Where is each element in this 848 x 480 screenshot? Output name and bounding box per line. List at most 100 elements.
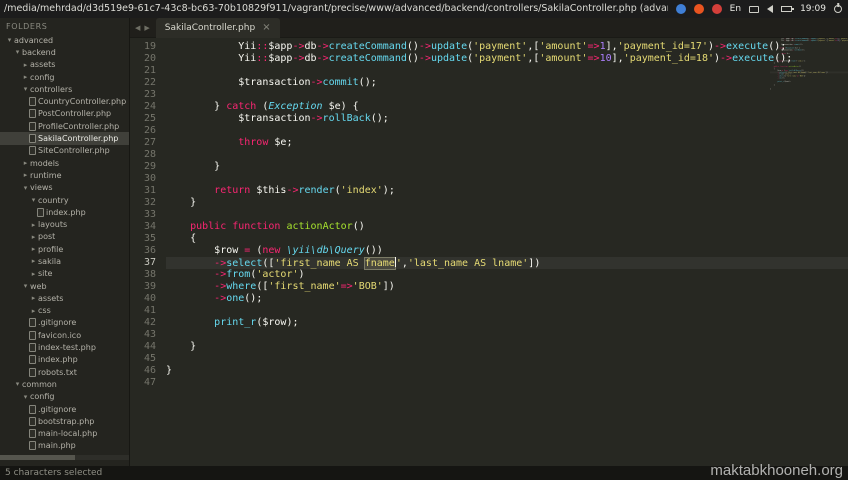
app-icon-orange[interactable] [693, 4, 704, 14]
sidebar-item-layouts[interactable]: ▸ layouts [0, 218, 129, 230]
sidebar-item-postcontroller-php[interactable]: PostController.php [0, 108, 129, 120]
sidebar-item-models[interactable]: ▸ models [0, 157, 129, 169]
folder-open-arrow-icon[interactable]: ▾ [21, 85, 30, 93]
sidebar-item-main-local-php[interactable]: main-local.php [0, 428, 129, 440]
sidebar-item-assets[interactable]: ▸ assets [0, 59, 129, 71]
code-line-21[interactable] [166, 65, 848, 77]
clock[interactable]: 19:09 [800, 0, 826, 18]
folder-closed-arrow-icon[interactable]: ▸ [29, 294, 38, 302]
sidebar-item-runtime[interactable]: ▸ runtime [0, 169, 129, 181]
sidebar-item-gitignore[interactable]: .gitignore [0, 317, 129, 329]
sidebar-item-robots-txt[interactable]: robots.txt [0, 366, 129, 378]
code-line-41[interactable] [166, 305, 848, 317]
code-line-45[interactable] [166, 353, 848, 365]
folder-closed-arrow-icon[interactable]: ▸ [21, 159, 30, 167]
code-line-39[interactable]: ->where(['first_name'=>'BOB']) [166, 281, 848, 293]
code-line-37[interactable]: ->select(['first_name AS fname','last_na… [166, 257, 848, 269]
tab-close-icon[interactable]: × [262, 22, 270, 33]
sidebar-item-web[interactable]: ▾ web [0, 280, 129, 292]
sidebar-item-assets[interactable]: ▸ assets [0, 292, 129, 304]
code-line-26[interactable] [166, 125, 848, 137]
code-line-22[interactable]: $transaction->commit(); [166, 77, 848, 89]
code-lines[interactable]: Yii::$app->db->createCommand()->update('… [156, 41, 848, 466]
sidebar-item-sitecontroller-php[interactable]: SiteController.php [0, 145, 129, 157]
sidebar-scrollbar-thumb[interactable] [0, 455, 75, 460]
sidebar-item-backend[interactable]: ▾ backend [0, 46, 129, 58]
tab-sakilacontroller-php[interactable]: SakilaController.php × [155, 18, 280, 38]
sidebar-item-post[interactable]: ▸ post [0, 231, 129, 243]
sidebar-item-advanced[interactable]: ▾ advanced [0, 34, 129, 46]
sidebar-item-country[interactable]: ▾ country [0, 194, 129, 206]
sidebar-item-config[interactable]: ▸ config [0, 71, 129, 83]
folder-closed-arrow-icon[interactable]: ▸ [29, 257, 38, 265]
sidebar-item-views[interactable]: ▾ views [0, 182, 129, 194]
sidebar-item-common[interactable]: ▾ common [0, 378, 129, 390]
code-line-28[interactable] [166, 149, 848, 161]
minimap[interactable]: Yii::$app->db->createCommand()->update('… [770, 38, 848, 466]
code-token: 'amount' [539, 53, 588, 64]
tab-scroll-right-icon[interactable]: ▶ [144, 24, 149, 32]
code-line-40[interactable]: ->one(); [166, 293, 848, 305]
code-line-31[interactable]: return $this->render('index'); [166, 185, 848, 197]
folder-open-arrow-icon[interactable]: ▾ [13, 48, 22, 56]
sidebar-item-index-php[interactable]: index.php [0, 354, 129, 366]
code-line-32[interactable]: } [166, 197, 848, 209]
sidebar-item-index-php[interactable]: index.php [0, 206, 129, 218]
app-icon-red[interactable] [711, 4, 722, 14]
folder-closed-arrow-icon[interactable]: ▸ [29, 233, 38, 241]
folder-closed-arrow-icon[interactable]: ▸ [21, 73, 30, 81]
folder-closed-arrow-icon[interactable]: ▸ [21, 171, 30, 179]
sidebar-item-sakilacontroller-php[interactable]: SakilaController.php [0, 132, 129, 145]
code-line-36[interactable]: $row = (new \yii\db\Query()) [166, 245, 848, 257]
code-line-33[interactable] [166, 209, 848, 221]
code-line-23[interactable] [166, 89, 848, 101]
volume-icon[interactable] [767, 5, 774, 13]
sidebar-item-site[interactable]: ▸ site [0, 268, 129, 280]
mail-icon[interactable] [749, 5, 760, 13]
folder-open-arrow-icon[interactable]: ▾ [21, 184, 30, 192]
folder-closed-arrow-icon[interactable]: ▸ [29, 307, 38, 315]
folder-open-arrow-icon[interactable]: ▾ [13, 380, 22, 388]
sidebar-item-sakila[interactable]: ▸ sakila [0, 255, 129, 267]
power-icon[interactable] [834, 5, 842, 13]
code-line-20[interactable]: Yii::$app->db->createCommand()->update('… [166, 53, 848, 65]
code-line-42[interactable]: print_r($row); [166, 317, 848, 329]
sidebar-scrollbar[interactable] [0, 455, 129, 460]
sidebar-item-main-php[interactable]: main.php [0, 440, 129, 452]
sidebar-item-gitignore[interactable]: .gitignore [0, 403, 129, 415]
code-line-29[interactable]: } [166, 161, 848, 173]
tab-scroll-left-icon[interactable]: ◀ [135, 24, 140, 32]
sidebar-item-config[interactable]: ▾ config [0, 391, 129, 403]
code-line-30[interactable] [166, 173, 848, 185]
folder-open-arrow-icon[interactable]: ▾ [5, 36, 14, 44]
code-line-35[interactable]: { [166, 233, 848, 245]
sidebar-item-bootstrap-php[interactable]: bootstrap.php [0, 415, 129, 427]
folder-open-arrow-icon[interactable]: ▾ [21, 282, 30, 290]
input-language-indicator[interactable]: En [730, 0, 741, 18]
sidebar-item-profile[interactable]: ▸ profile [0, 243, 129, 255]
sidebar-item-countrycontroller-php[interactable]: CountryController.php [0, 95, 129, 107]
code-line-47[interactable] [166, 377, 848, 389]
folder-closed-arrow-icon[interactable]: ▸ [29, 245, 38, 253]
code-line-25[interactable]: $transaction->rollBack(); [166, 113, 848, 125]
code-line-27[interactable]: throw $e; [166, 137, 848, 149]
code-line-19[interactable]: Yii::$app->db->createCommand()->update('… [166, 41, 848, 53]
code-line-34[interactable]: public function actionActor() [166, 221, 848, 233]
code-line-46[interactable]: } [166, 365, 848, 377]
code-line-44[interactable]: } [166, 341, 848, 353]
sidebar-item-controllers[interactable]: ▾ controllers [0, 83, 129, 95]
sidebar-item-favicon-ico[interactable]: favicon.ico [0, 329, 129, 341]
folder-open-arrow-icon[interactable]: ▾ [21, 393, 30, 401]
folder-closed-arrow-icon[interactable]: ▸ [29, 270, 38, 278]
sidebar-item-index-test-php[interactable]: index-test.php [0, 341, 129, 353]
folder-closed-arrow-icon[interactable]: ▸ [29, 221, 38, 229]
battery-icon[interactable] [781, 6, 795, 12]
code-line-24[interactable]: } catch (Exception $e) { [166, 101, 848, 113]
sidebar-item-profilecontroller-php[interactable]: ProfileController.php [0, 120, 129, 132]
code-line-43[interactable] [166, 329, 848, 341]
sidebar-item-css[interactable]: ▸ css [0, 305, 129, 317]
code-line-38[interactable]: ->from('actor') [166, 269, 848, 281]
app-icon-blue[interactable] [675, 4, 686, 14]
folder-open-arrow-icon[interactable]: ▾ [29, 196, 38, 204]
folder-closed-arrow-icon[interactable]: ▸ [21, 61, 30, 69]
